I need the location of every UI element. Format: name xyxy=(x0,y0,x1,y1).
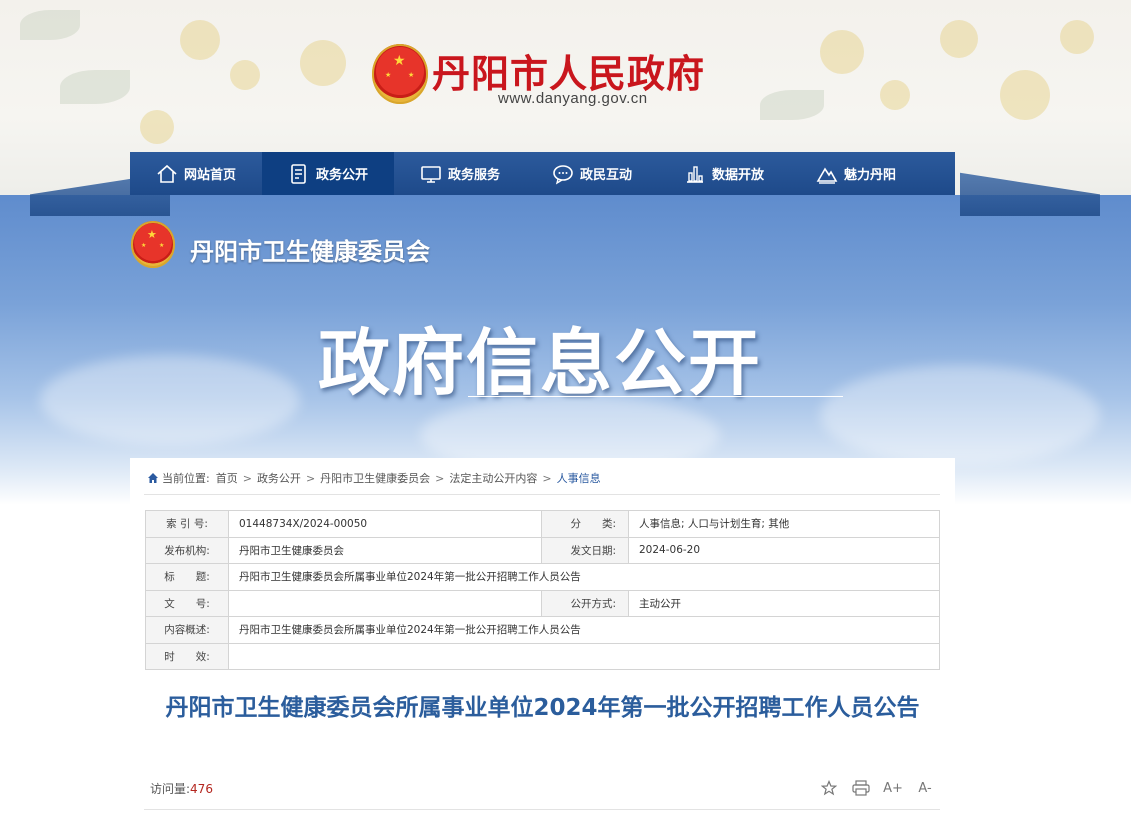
article-title: 丹阳市卫生健康委员会所属事业单位2024年第一批公开招聘工作人员公告 xyxy=(165,695,920,721)
star-icon: ★ xyxy=(159,242,165,249)
table-row: 时 效: xyxy=(145,642,940,670)
font-increase-button[interactable]: A+ xyxy=(882,779,904,797)
index-label: 索 引 号: xyxy=(145,510,229,538)
breadcrumb-separator: > xyxy=(242,471,252,485)
table-row: 标 题: 丹阳市卫生健康委员会所属事业单位2024年第一批公开招聘工作人员公告 xyxy=(145,563,940,591)
docno-label: 文 号: xyxy=(145,589,229,617)
visits-label: 访问量: xyxy=(150,782,191,796)
bar-chart-icon xyxy=(684,163,706,185)
breadcrumb-separator: > xyxy=(435,471,445,485)
nav-item-home[interactable]: 网站首页 xyxy=(130,152,262,195)
date-value: 2024-06-20 xyxy=(628,536,940,564)
publisher-value: 丹阳市卫生健康委员会 xyxy=(228,536,542,564)
table-row: 索 引 号: 01448734X/2024-00050 分 类: 人事信息; 人… xyxy=(145,510,940,538)
breadcrumb-link-department[interactable]: 丹阳市卫生健康委员会 xyxy=(320,470,430,486)
title-value: 丹阳市卫生健康委员会所属事业单位2024年第一批公开招聘工作人员公告 xyxy=(228,563,940,591)
docno-value xyxy=(228,589,542,617)
breadcrumb-link-home[interactable]: 首页 xyxy=(216,470,238,486)
flower-decoration xyxy=(180,20,220,60)
validity-label: 时 效: xyxy=(145,642,229,670)
date-label: 发文日期: xyxy=(541,536,629,564)
star-icon: ★ xyxy=(393,53,406,69)
nav-item-label: 政务公开 xyxy=(315,168,368,183)
flower-decoration xyxy=(230,60,260,90)
flower-decoration xyxy=(940,20,978,58)
cloud-decoration xyxy=(820,365,1100,465)
content-divider xyxy=(144,809,940,810)
flower-decoration xyxy=(1000,70,1050,120)
category-label: 分 类: xyxy=(541,510,629,538)
flower-decoration xyxy=(820,30,864,74)
nav-item-interaction[interactable]: 政民互动 xyxy=(526,152,658,195)
title-label: 标 题: xyxy=(145,563,229,591)
star-icon: ★ xyxy=(147,228,157,241)
font-decrease-button[interactable]: A- xyxy=(914,779,936,797)
nav-item-gov-affairs[interactable]: 政务公开 xyxy=(262,152,394,195)
breadcrumb-link-statutory[interactable]: 法定主动公开内容 xyxy=(449,470,537,486)
table-row: 发布机构: 丹阳市卫生健康委员会 发文日期: 2024-06-20 xyxy=(145,536,940,564)
breadcrumb-current[interactable]: 人事信息 xyxy=(557,470,601,486)
disclosure-label: 公开方式: xyxy=(541,589,629,617)
flower-decoration xyxy=(140,110,174,144)
star-icon: ★ xyxy=(385,71,392,79)
nav-item-open-data[interactable]: 数据开放 xyxy=(658,152,790,195)
department-title[interactable]: 丹阳市卫生健康委员会 xyxy=(190,232,430,267)
monitor-icon xyxy=(420,163,442,185)
breadcrumb-separator: > xyxy=(305,471,316,485)
landscape-icon xyxy=(816,163,838,185)
breadcrumb-label: 当前位置: xyxy=(162,472,210,485)
flower-decoration xyxy=(1060,20,1094,54)
category-value: 人事信息; 人口与计划生育; 其他 xyxy=(628,510,940,538)
star-icon: ★ xyxy=(141,242,147,249)
breadcrumb-separator: > xyxy=(542,471,552,485)
document-icon xyxy=(288,163,310,185)
nav-item-label: 网站首页 xyxy=(183,168,236,183)
home-icon xyxy=(148,473,158,483)
main-nav: 网站首页 政务公开 政务服务 政民互动 数据开放 魅力丹阳 xyxy=(130,152,955,195)
visits-value: 476 xyxy=(190,782,213,796)
breadcrumb: 当前位置: 首页 > 政务公开 > 丹阳市卫生健康委员会 > 法定主动公开内容 … xyxy=(148,468,601,488)
table-row: 文 号: 公开方式: 主动公开 xyxy=(145,589,940,617)
site-url[interactable]: www.danyang.gov.cn xyxy=(498,90,648,107)
publisher-label: 发布机构: xyxy=(145,536,229,564)
summary-label: 内容概述: xyxy=(145,616,229,644)
disclosure-value: 主动公开 xyxy=(628,589,940,617)
table-row: 内容概述: 丹阳市卫生健康委员会所属事业单位2024年第一批公开招聘工作人员公告 xyxy=(145,616,940,644)
hero-divider xyxy=(468,396,843,397)
home-icon xyxy=(156,163,178,185)
nav-item-gov-services[interactable]: 政务服务 xyxy=(394,152,526,195)
leaf-decoration xyxy=(60,70,130,104)
nav-item-label: 政务服务 xyxy=(447,168,500,183)
flower-decoration xyxy=(300,40,346,86)
article-tools: A+ A- xyxy=(818,779,936,797)
cloud-decoration xyxy=(40,355,300,445)
nav-item-label: 数据开放 xyxy=(711,168,764,183)
leaf-decoration xyxy=(20,10,80,40)
national-emblem-icon: ★ ★ ★ xyxy=(372,44,428,104)
metadata-table: 索 引 号: 01448734X/2024-00050 分 类: 人事信息; 人… xyxy=(145,510,940,670)
nav-item-label: 政民互动 xyxy=(579,168,632,183)
favorite-star-icon[interactable] xyxy=(818,779,840,797)
chat-icon xyxy=(552,163,574,185)
hero-title: 政府信息公开 xyxy=(318,321,763,405)
index-value: 01448734X/2024-00050 xyxy=(228,510,542,538)
flower-decoration xyxy=(880,80,910,110)
department-emblem-icon: ★ ★ ★ xyxy=(131,221,175,268)
star-icon: ★ xyxy=(408,71,415,79)
leaf-decoration xyxy=(760,90,824,120)
summary-value: 丹阳市卫生健康委员会所属事业单位2024年第一批公开招聘工作人员公告 xyxy=(228,616,940,644)
print-icon[interactable] xyxy=(850,779,872,797)
visit-count: 访问量:476 xyxy=(150,780,213,797)
nav-item-label: 魅力丹阳 xyxy=(843,168,896,183)
content-panel: 当前位置: 首页 > 政务公开 > 丹阳市卫生健康委员会 > 法定主动公开内容 … xyxy=(130,458,955,829)
validity-value xyxy=(228,642,940,670)
breadcrumb-divider xyxy=(144,494,940,495)
nav-item-charm-danyang[interactable]: 魅力丹阳 xyxy=(790,152,922,195)
breadcrumb-link-gov-affairs[interactable]: 政务公开 xyxy=(257,470,301,486)
